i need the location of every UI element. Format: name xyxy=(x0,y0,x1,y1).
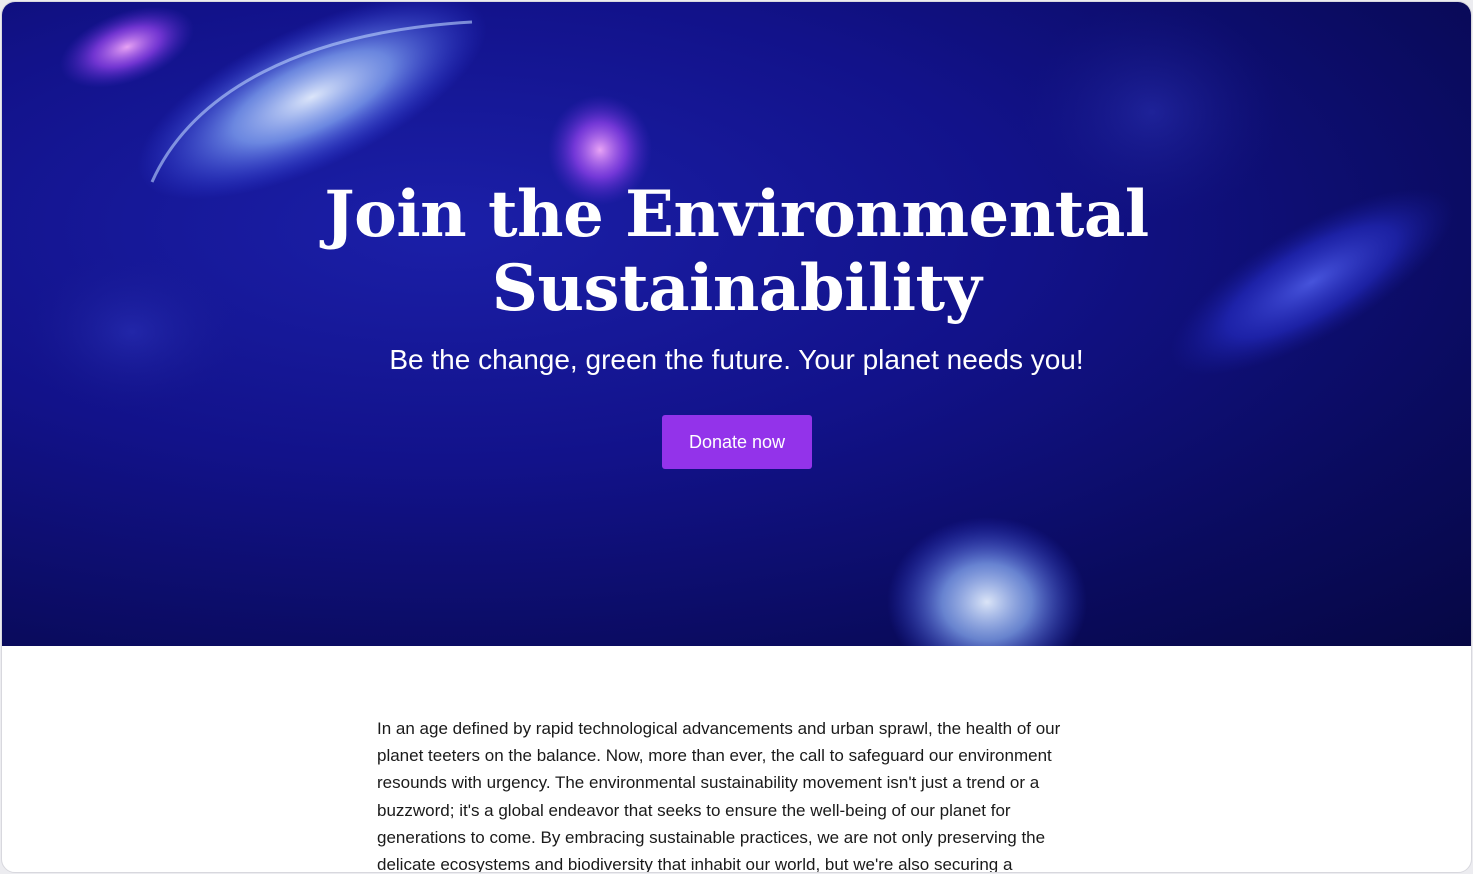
hero-subtitle: Be the change, green the future. Your pl… xyxy=(389,344,1084,375)
donate-now-button[interactable]: Donate now xyxy=(662,415,812,469)
browser-page: Join the Environmental Sustainability Be… xyxy=(1,1,1472,873)
article-body: In an age defined by rapid technological… xyxy=(377,719,1061,873)
hero-title-line-1: Join the Environmental xyxy=(324,177,1149,252)
hero-section: Join the Environmental Sustainability Be… xyxy=(2,2,1471,646)
hero-title-line-2: Sustainability xyxy=(491,251,982,326)
hero-title: Join the Environmental Sustainability xyxy=(2,178,1471,326)
